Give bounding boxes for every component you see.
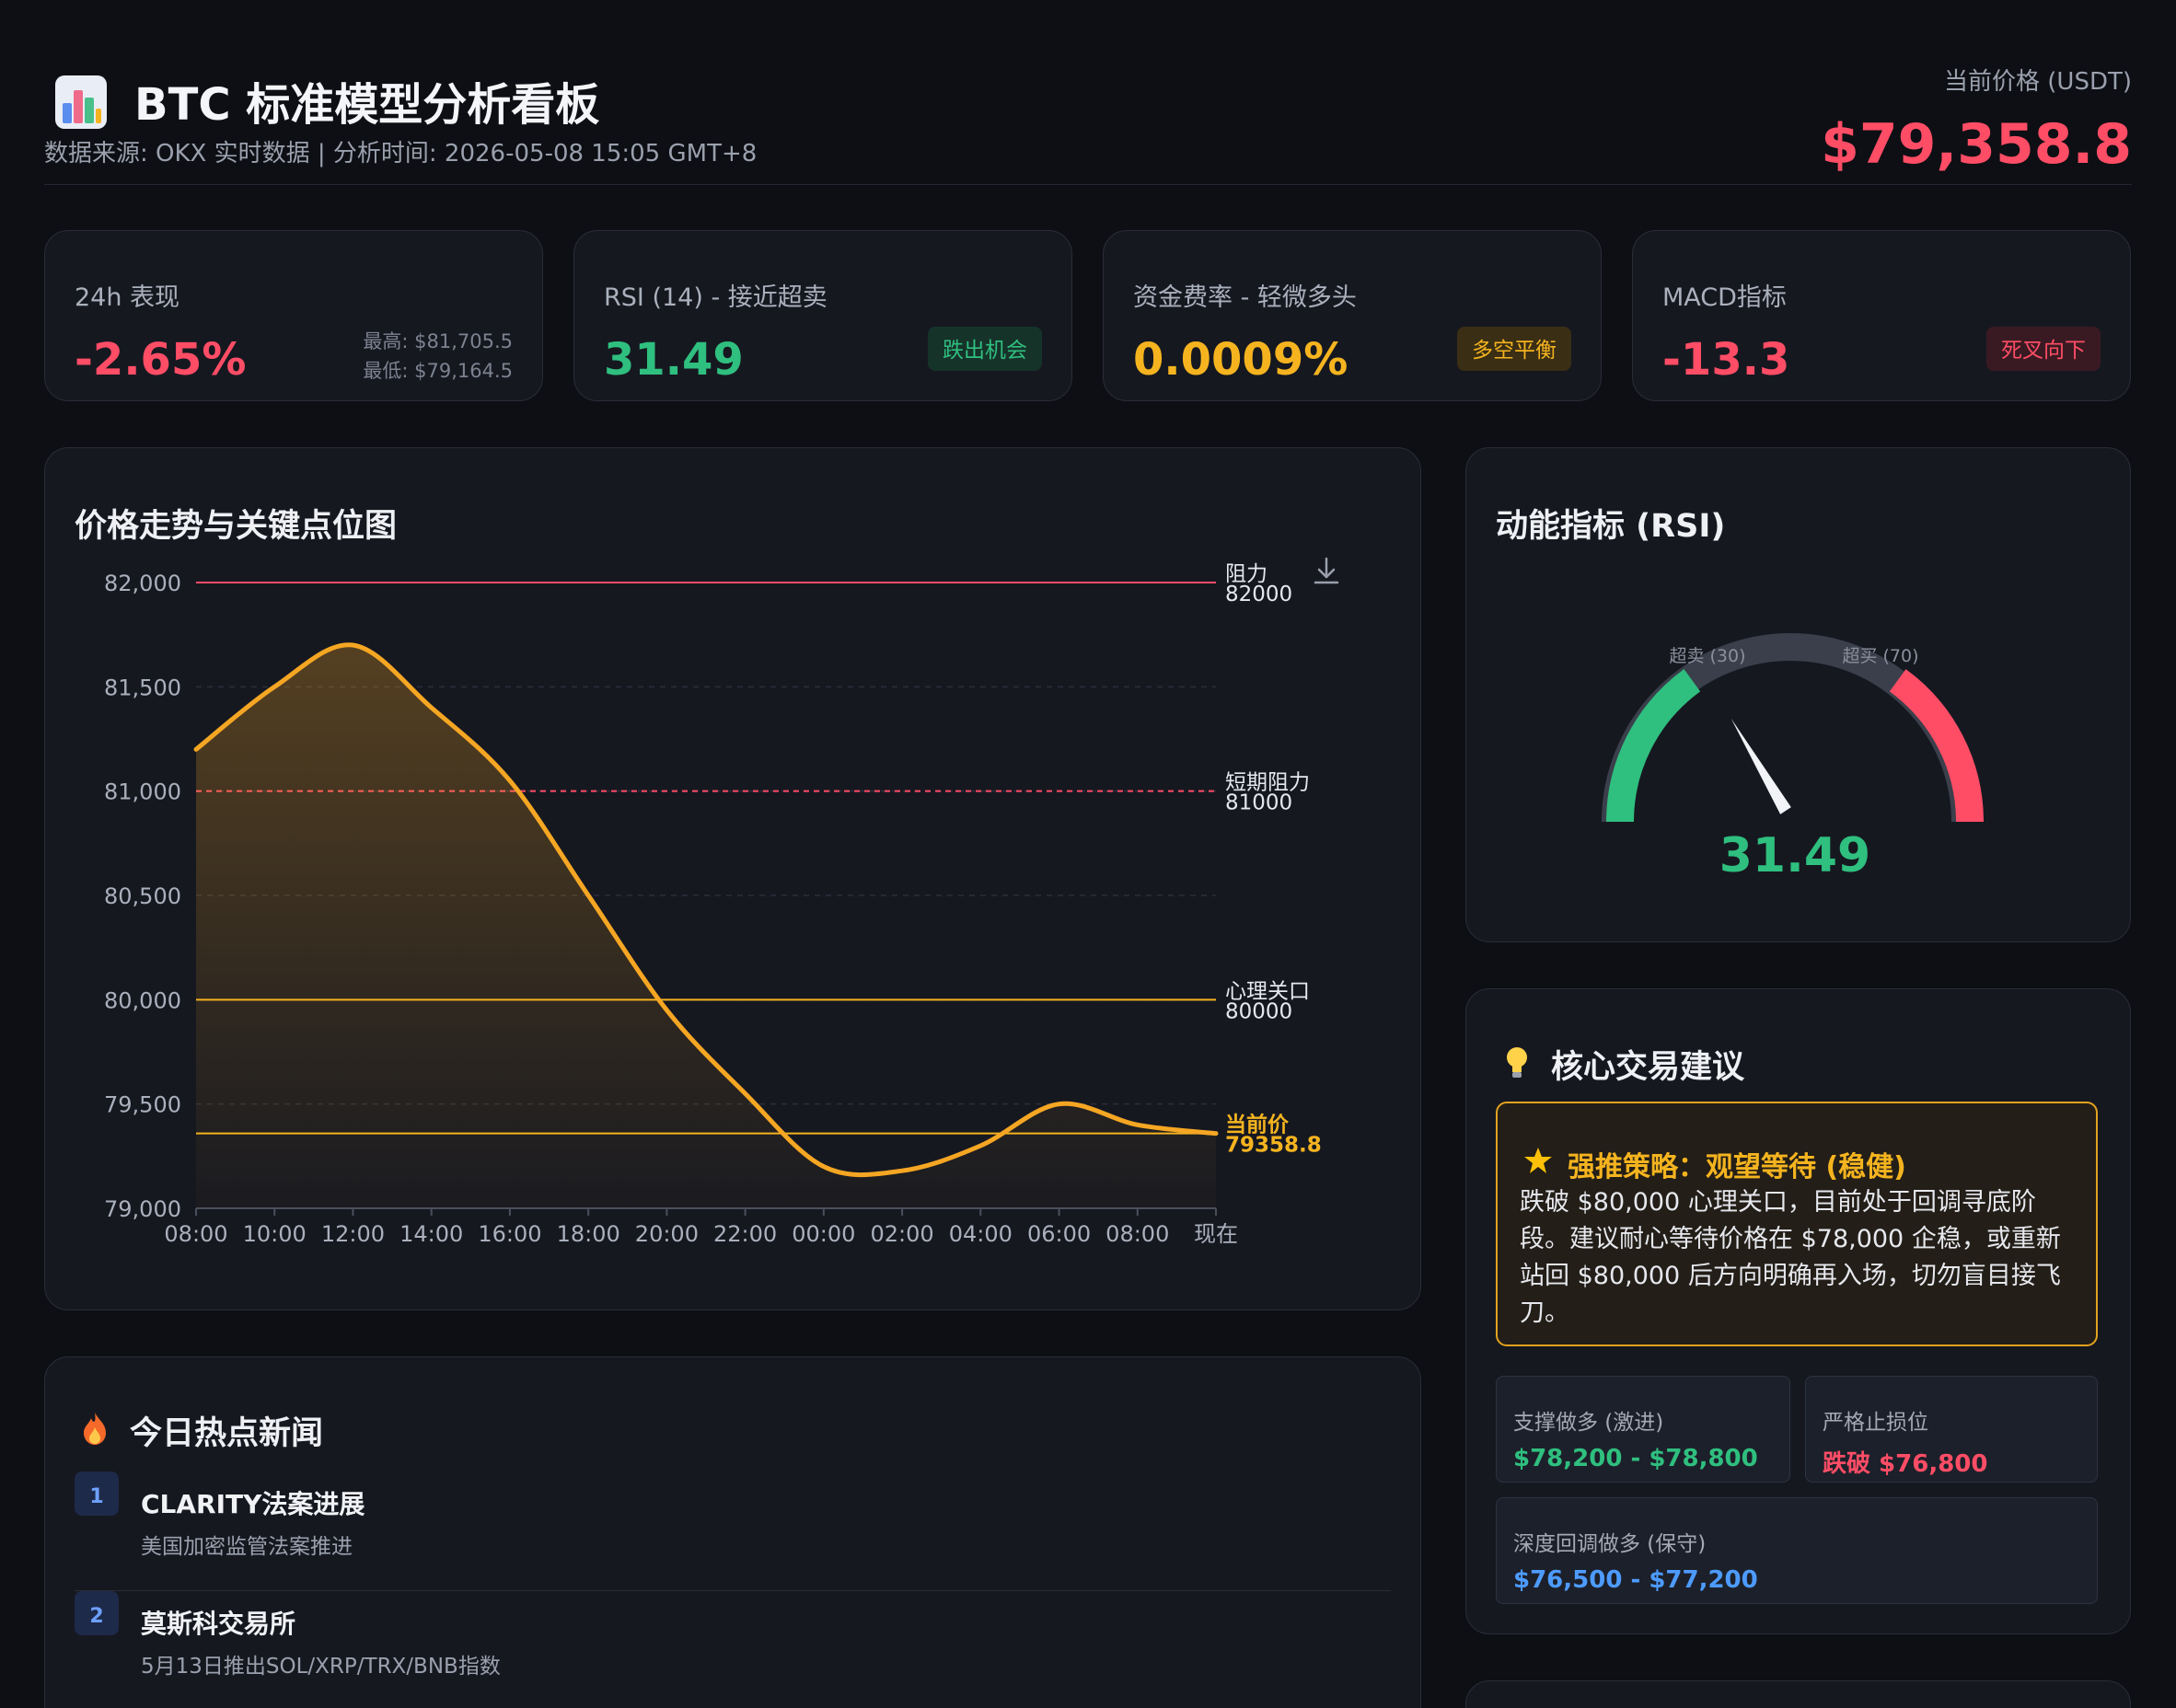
level-value: $78,200 - $78,800 [1513, 1445, 1758, 1472]
y-tick-label: 80,500 [104, 883, 181, 909]
x-tick-label: 02:00 [870, 1221, 933, 1247]
news-description: 美国加密监管法案推进 [141, 1535, 353, 1559]
bar-chart-icon [55, 75, 107, 129]
x-tick-label: 22:00 [713, 1221, 777, 1247]
x-tick-label: 00:00 [792, 1221, 855, 1247]
news-number: 2 [75, 1591, 119, 1635]
strategy-title: 强推策略：观望等待 (稳健) [1568, 1151, 1906, 1183]
stat-card-funding: 资金费率 - 轻微多头 0.0009% 多空平衡 [1103, 230, 1602, 401]
news-description: 5月13日推出SOL/XRP/TRX/BNB指数 [141, 1655, 501, 1679]
low-price: 最低: $79,164.5 [363, 360, 513, 382]
price-area [196, 644, 1216, 1208]
level-label: 支撑做多 (激进) [1513, 1411, 1664, 1435]
lightbulb-icon [1505, 1046, 1529, 1079]
price-chart-card: 价格走势与关键点位图 82,000 81,500 81,000 80,500 80,00… [44, 447, 1421, 1310]
advice-title: 核心交易建议 [1551, 1049, 1745, 1086]
stat-card-macd: MACD指标 -13.3 死叉向下 [1632, 230, 2131, 401]
y-tick-label: 80,000 [104, 987, 181, 1013]
status-badge: 跌出机会 [928, 327, 1042, 371]
y-tick-label: 79,000 [104, 1196, 181, 1222]
news-headline: 莫斯科交易所 [141, 1609, 296, 1639]
data-source-info: 数据来源: OKX 实时数据 | 分析时间: 2026-05-08 15:05 … [44, 140, 758, 167]
y-tick-label: 82,000 [104, 571, 181, 596]
reference-value: 80000 [1225, 999, 1292, 1023]
status-badge: 死叉向下 [1986, 327, 2101, 371]
news-item[interactable]: 1 CLARITY法案进展 美国加密监管法案推进 [75, 1471, 1391, 1591]
current-price-value: $79,358.8 [1821, 112, 2132, 177]
rsi-gauge: 超卖 (30) 超买 (70) 31.49 [1602, 633, 1984, 883]
stat-value: 0.0009% [1133, 334, 1348, 386]
stat-label: RSI (14) - 接近超卖 [604, 283, 828, 312]
stat-card-24h: 24h 表现 -2.65% 最高: $81,705.5 最低: $79,164.… [44, 230, 543, 401]
strategy-text: 跌破 $80,000 心理关口，目前处于回调寻底阶段。建议耐心等待价格在 $78… [1520, 1188, 2061, 1327]
x-tick-label: 18:00 [557, 1221, 620, 1247]
current-price-label: 当前价格 (USDT) [1944, 68, 2132, 96]
stat-label: MACD指标 [1662, 283, 1787, 312]
price-chart: 82,000 81,500 81,000 80,500 80,000 79,500 79,0… [104, 557, 1339, 1247]
level-stop-loss: 严格止损位 跌破 $76,800 [1805, 1376, 2098, 1483]
level-label: 严格止损位 [1823, 1411, 1928, 1435]
gauge-overbought-zone [1889, 669, 1984, 823]
news-number: 1 [75, 1471, 119, 1516]
level-long-aggressive: 支撑做多 (激进) $78,200 - $78,800 [1496, 1376, 1790, 1483]
stat-card-rsi: RSI (14) - 接近超卖 31.49 跌出机会 [573, 230, 1072, 401]
fire-icon [82, 1411, 108, 1446]
star-icon [1523, 1146, 1553, 1175]
reference-value: 82000 [1225, 583, 1292, 606]
level-value: 跌破 $76,800 [1823, 1450, 1988, 1478]
y-tick-label: 81,500 [104, 675, 181, 700]
x-tick-label: 08:00 [164, 1221, 227, 1247]
advice-card: 核心交易建议 强推策略：观望等待 (稳健) 跌破 $80,000 心理关口，目前… [1465, 988, 2131, 1634]
stat-label: 24h 表现 [75, 283, 180, 312]
y-tick-label: 81,000 [104, 779, 181, 805]
x-tick-label: 现在 [1194, 1221, 1238, 1247]
page-title: BTC 标准模型分析看板 [134, 79, 600, 131]
news-item[interactable]: 2 莫斯科交易所 5月13日推出SOL/XRP/TRX/BNB指数 [75, 1591, 1391, 1708]
gauge-needle [1730, 718, 1791, 814]
news-headline: CLARITY法案进展 [141, 1489, 365, 1519]
gauge-oversold-zone [1606, 669, 1701, 823]
x-tick-label: 20:00 [635, 1221, 699, 1247]
status-badge: 多空平衡 [1457, 327, 1571, 371]
stat-value: -13.3 [1662, 334, 1790, 386]
rsi-value: 31.49 [1719, 828, 1870, 883]
x-tick-label: 06:00 [1027, 1221, 1091, 1247]
reference-value: 79358.8 [1225, 1134, 1322, 1158]
x-tick-label: 08:00 [1105, 1221, 1169, 1247]
stat-label: 资金费率 - 轻微多头 [1133, 283, 1357, 312]
gauge-track [1602, 633, 1979, 823]
download-icon[interactable] [1314, 557, 1339, 584]
stat-value: 31.49 [604, 334, 744, 386]
level-long-conservative: 深度回调做多 (保守) $76,500 - $77,200 [1496, 1497, 2098, 1604]
news-card: 今日热点新闻 1 CLARITY法案进展 美国加密监管法案推进 2 莫斯科交易所… [44, 1356, 1421, 1708]
level-label: 深度回调做多 (保守) [1513, 1532, 1707, 1556]
next-card [1465, 1680, 2131, 1708]
overbought-label: 超买 (70) [1842, 646, 1918, 666]
reference-value: 81000 [1225, 791, 1292, 815]
oversold-label: 超卖 (30) [1669, 646, 1745, 666]
news-title: 今日热点新闻 [130, 1415, 324, 1452]
x-tick-label: 16:00 [478, 1221, 541, 1247]
level-value: $76,500 - $77,200 [1513, 1566, 1758, 1594]
x-tick-label: 12:00 [321, 1221, 385, 1247]
stat-value: -2.65% [75, 334, 247, 386]
x-tick-label: 04:00 [949, 1221, 1013, 1247]
header-divider [44, 184, 2132, 185]
strategy-box: 强推策略：观望等待 (稳健) 跌破 $80,000 心理关口，目前处于回调寻底阶… [1496, 1102, 2098, 1346]
y-tick-label: 79,500 [104, 1092, 181, 1118]
high-price: 最高: $81,705.5 [363, 330, 513, 352]
rsi-card: 动能指标 (RSI) 超卖 (30) 超买 (70) 31.49 [1465, 447, 2131, 942]
x-tick-label: 10:00 [243, 1221, 307, 1247]
x-tick-label: 14:00 [399, 1221, 463, 1247]
